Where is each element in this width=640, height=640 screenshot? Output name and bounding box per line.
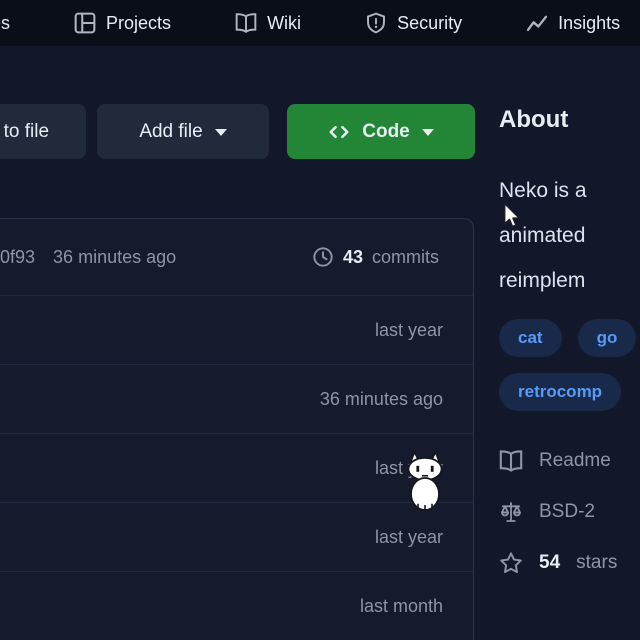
history-clock-icon [312, 246, 334, 268]
readme-label: Readme [539, 450, 611, 472]
graph-icon [526, 12, 548, 34]
github-repo-page: Issues Projects Wiki Security Insights [0, 0, 640, 640]
latest-commit-info[interactable]: 0f93 36 minutes ago [0, 247, 176, 268]
commit-hash[interactable]: 0f93 [0, 247, 35, 268]
about-description: Neko is a animated reimplem [499, 168, 640, 303]
license-label: BSD-2 [539, 501, 595, 523]
nav-tab-issues-label: Issues [0, 13, 10, 34]
projects-icon [74, 12, 96, 34]
stars-label: stars [576, 552, 617, 574]
law-icon [499, 500, 523, 524]
license-link[interactable]: BSD-2 [499, 500, 640, 524]
file-list-panel: 0f93 36 minutes ago 43 commits last year… [0, 218, 474, 640]
star-icon [499, 551, 523, 575]
table-row[interactable]: last year [0, 295, 473, 364]
row-updated-time: 36 minutes ago [320, 389, 443, 410]
row-updated-time: last year [375, 527, 443, 548]
commit-count: 43 [343, 247, 363, 268]
table-row[interactable]: last month [0, 571, 473, 640]
mouse-cursor [502, 202, 522, 235]
repo-nav: Issues Projects Wiki Security Insights [0, 0, 640, 46]
nav-tab-security[interactable]: Security [365, 12, 462, 34]
go-to-file-button[interactable]: Go to file [0, 104, 86, 159]
about-description-line: reimplem [499, 258, 640, 303]
commit-time: 36 minutes ago [53, 247, 176, 268]
row-updated-time: last month [360, 596, 443, 617]
code-button-label: Code [362, 121, 410, 143]
nav-tab-security-label: Security [397, 13, 462, 34]
repo-meta-list: Readme BSD-2 54 stars [499, 449, 640, 575]
book-icon [499, 449, 523, 473]
row-updated-time: last year [375, 320, 443, 341]
code-button[interactable]: Code [287, 104, 475, 159]
nav-tab-projects[interactable]: Projects [74, 12, 171, 34]
caret-down-icon [422, 129, 434, 136]
commit-history-link[interactable]: 43 commits [312, 246, 439, 268]
nav-tab-issues[interactable]: Issues [0, 12, 10, 34]
topic-tag-cat[interactable]: cat [499, 319, 562, 357]
nav-tab-insights-label: Insights [558, 13, 620, 34]
topic-tag-go[interactable]: go [578, 319, 637, 357]
shield-icon [365, 12, 387, 34]
code-icon [328, 121, 350, 143]
latest-commit-bar: 0f93 36 minutes ago 43 commits [0, 219, 473, 295]
topic-tags: cat go retrocomp [499, 319, 640, 411]
readme-link[interactable]: Readme [499, 449, 640, 473]
stars-count: 54 [539, 552, 560, 574]
about-sidebar: About Neko is a animated reimplem cat go… [499, 106, 640, 602]
wiki-icon [235, 12, 257, 34]
nav-tab-projects-label: Projects [106, 13, 171, 34]
neko-cat-sprite [402, 449, 448, 516]
stars-link[interactable]: 54 stars [499, 551, 640, 575]
nav-tab-wiki-label: Wiki [267, 13, 301, 34]
caret-down-icon [215, 129, 227, 136]
add-file-label: Add file [139, 121, 202, 143]
nav-tab-insights[interactable]: Insights [526, 12, 620, 34]
go-to-file-label: Go to file [0, 121, 49, 143]
nav-tab-wiki[interactable]: Wiki [235, 12, 301, 34]
table-row[interactable]: 36 minutes ago [0, 364, 473, 433]
topic-tag-retrocomputing[interactable]: retrocomp [499, 373, 621, 411]
about-title: About [499, 106, 640, 134]
commits-label: commits [372, 247, 439, 268]
add-file-button[interactable]: Add file [97, 104, 269, 159]
